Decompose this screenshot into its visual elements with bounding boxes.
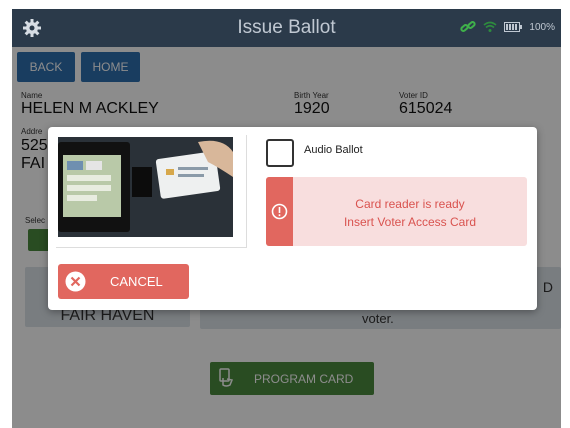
alert-side (266, 177, 293, 246)
exclamation-circle-icon (271, 203, 288, 220)
alert-message: Card reader is ready Insert Voter Access… (293, 195, 527, 231)
card-reader-modal: Audio Ballot Card reader is ready Insert… (48, 127, 537, 310)
alert-line2: Insert Voter Access Card (343, 215, 477, 229)
battery-icon (504, 22, 523, 32)
x-circle-icon (65, 271, 86, 292)
cancel-button[interactable]: CANCEL (58, 264, 189, 299)
alert-line1: Card reader is ready (355, 197, 465, 211)
cancel-label: CANCEL (110, 274, 163, 289)
device-screen: Issue Ballot 100% BACK HOME Name HELEN M… (12, 9, 561, 428)
audio-ballot-label: Audio Ballot (304, 144, 363, 156)
audio-ballot-checkbox[interactable] (266, 139, 294, 167)
wifi-icon (483, 21, 497, 32)
top-bar: Issue Ballot 100% (12, 9, 561, 47)
card-reader-alert: Card reader is ready Insert Voter Access… (266, 177, 527, 246)
link-icon (460, 21, 477, 32)
card-reader-photo (58, 137, 233, 237)
battery-percent: 100% (529, 21, 555, 33)
status-area: 100% (460, 20, 555, 34)
